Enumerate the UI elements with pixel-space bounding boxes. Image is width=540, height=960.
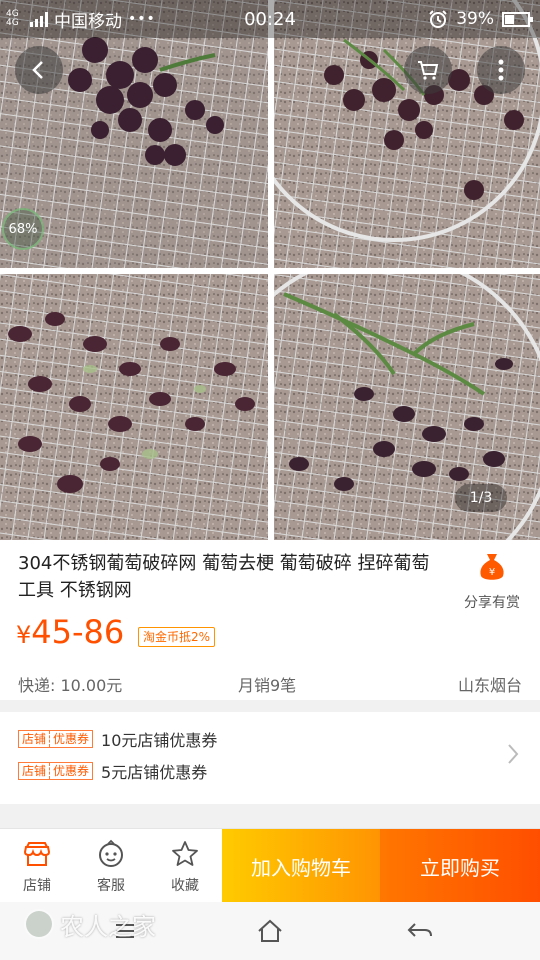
product-detail-page: 68% 1/3 4G 4G 中国移动 ••• 00:24 39% 304不锈钢葡…: [0, 0, 540, 960]
image-page-indicator: 1/3: [455, 484, 507, 512]
cart-icon: [418, 61, 439, 80]
chevron-right-icon[interactable]: [505, 742, 521, 766]
share-label: 分享有赏: [464, 595, 520, 611]
service-label: 客服: [97, 878, 125, 894]
coupon-row[interactable]: 店铺 优惠券 10元店铺优惠券: [18, 728, 217, 750]
section-divider: [0, 700, 540, 712]
service-face-icon: [99, 839, 123, 867]
product-title: 304不锈钢葡萄破碎网 葡萄去梗 葡萄破碎 捏碎葡萄工具 不锈钢网: [18, 553, 430, 601]
coupon-text: 10元店铺优惠券: [101, 731, 218, 750]
coupon-text: 5元店铺优惠券: [101, 763, 208, 782]
store-icon: [23, 842, 51, 866]
more-vertical-icon: [498, 59, 504, 81]
coupon-row[interactable]: 店铺 优惠券 5元店铺优惠券: [18, 760, 207, 782]
price-value: 45-86: [31, 613, 125, 651]
back-arrow-icon[interactable]: [405, 916, 435, 946]
taojin-coin-tag: 淘金币抵2%: [138, 627, 216, 647]
money-bag-icon: ¥: [480, 554, 504, 580]
status-bar: 4G 4G 中国移动 ••• 00:24 39%: [0, 0, 540, 38]
buy-now-button[interactable]: 立即购买: [380, 829, 540, 903]
more-button[interactable]: [477, 46, 525, 94]
cart-button[interactable]: [404, 46, 452, 94]
image-zoom-badge: 68%: [2, 208, 44, 250]
watermark: 农人之家: [24, 906, 156, 942]
ship-location: 山东烟台: [457, 676, 522, 695]
monthly-sales: 月销9笔: [238, 676, 297, 695]
store-button[interactable]: 店铺: [0, 829, 74, 903]
product-photo-2: [274, 0, 540, 268]
status-right: 39%: [428, 0, 533, 38]
section-divider: [0, 804, 540, 828]
product-price: ¥45-86: [16, 612, 124, 655]
customer-service-button[interactable]: 客服: [74, 829, 148, 903]
svg-text:¥: ¥: [489, 567, 495, 578]
share-reward-button[interactable]: ¥ 分享有赏: [456, 552, 528, 612]
favorite-button[interactable]: 收藏: [148, 829, 222, 903]
price-currency: ¥: [16, 621, 32, 649]
shipping-fee: 快递: 10.00元: [18, 676, 123, 695]
add-to-cart-button[interactable]: 加入购物车: [222, 829, 380, 903]
battery-percent: 39%: [456, 9, 494, 29]
favorite-label: 收藏: [171, 878, 199, 894]
back-icon: [32, 61, 43, 79]
star-icon: [172, 841, 198, 866]
back-button[interactable]: [15, 46, 63, 94]
coupon-tag: 店铺 优惠券: [18, 762, 94, 780]
alarm-clock-icon: [429, 10, 447, 28]
coupon-tag: 店铺 优惠券: [18, 730, 94, 748]
home-icon[interactable]: [255, 916, 285, 946]
product-image-gallery[interactable]: 68% 1/3: [0, 0, 540, 540]
store-label: 店铺: [23, 878, 51, 894]
battery-icon: [502, 11, 533, 27]
bottom-action-bar: 店铺 客服 收藏 加入购物车 立即购买: [0, 828, 540, 903]
watermark-logo: [24, 909, 54, 939]
watermark-text: 农人之家: [60, 912, 156, 941]
product-photo-3: [0, 274, 268, 540]
